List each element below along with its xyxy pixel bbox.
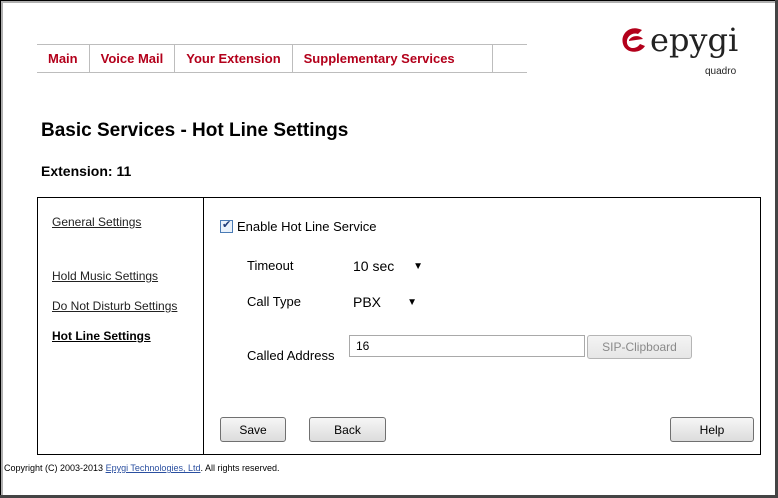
sidebar-item-do-not-disturb-settings[interactable]: Do Not Disturb Settings bbox=[52, 299, 177, 313]
sip-clipboard-button[interactable]: SIP-Clipboard bbox=[587, 335, 692, 359]
timeout-label: Timeout bbox=[247, 258, 294, 273]
called-address-label: Called Address bbox=[247, 348, 335, 363]
sidebar: General Settings Hold Music Settings Do … bbox=[38, 198, 204, 454]
back-button[interactable]: Back bbox=[309, 417, 386, 442]
epygi-swoosh-logo-icon bbox=[622, 28, 645, 52]
logo-brand-text: epygi bbox=[650, 21, 739, 59]
call-type-select[interactable]: PBX ▼ bbox=[349, 291, 421, 313]
logo-model-text: quadro bbox=[705, 66, 737, 77]
chevron-down-icon: ▼ bbox=[407, 296, 417, 308]
top-nav: Main Voice Mail Your Extension Supplemen… bbox=[37, 44, 527, 73]
enable-hot-line-checkbox[interactable] bbox=[220, 218, 233, 233]
nav-your-extension[interactable]: Your Extension bbox=[175, 51, 291, 66]
logo-word: epygi bbox=[618, 22, 738, 58]
nav-supplementary-services[interactable]: Supplementary Services bbox=[293, 51, 466, 66]
nav-separator bbox=[491, 45, 493, 72]
called-address-input[interactable] bbox=[349, 335, 585, 357]
content-area: Enable Hot Line Service Timeout 10 sec ▼… bbox=[204, 198, 760, 454]
nav-voice-mail[interactable]: Voice Mail bbox=[90, 51, 175, 66]
copyright-suffix: . All rights reserved. bbox=[200, 463, 280, 473]
sidebar-item-hold-music-settings[interactable]: Hold Music Settings bbox=[52, 269, 158, 283]
enable-hot-line-label: Enable Hot Line Service bbox=[237, 219, 377, 234]
help-button[interactable]: Help bbox=[670, 417, 754, 442]
copyright-prefix: Copyright (C) 2003-2013 bbox=[4, 463, 106, 473]
sidebar-item-hot-line-settings[interactable]: Hot Line Settings bbox=[52, 329, 151, 343]
timeout-select[interactable]: 10 sec ▼ bbox=[349, 255, 427, 277]
timeout-value: 10 sec bbox=[353, 258, 395, 274]
epygi-technologies-link[interactable]: Epygi Technologies, Ltd bbox=[106, 463, 201, 473]
call-type-value: PBX bbox=[353, 294, 382, 310]
page-title: Basic Services - Hot Line Settings bbox=[41, 120, 349, 141]
call-type-label: Call Type bbox=[247, 294, 301, 309]
copyright-footer: Copyright (C) 2003-2013 Epygi Technologi… bbox=[4, 463, 280, 473]
chevron-down-icon: ▼ bbox=[413, 260, 423, 272]
extension-label: Extension: 11 bbox=[41, 163, 132, 179]
nav-main[interactable]: Main bbox=[37, 51, 89, 66]
sidebar-item-general-settings[interactable]: General Settings bbox=[52, 215, 141, 229]
enable-hot-line-row: Enable Hot Line Service bbox=[220, 218, 377, 234]
settings-panel: General Settings Hold Music Settings Do … bbox=[37, 197, 761, 455]
epygi-logo: epygi quadro bbox=[618, 22, 738, 92]
save-button[interactable]: Save bbox=[220, 417, 286, 442]
